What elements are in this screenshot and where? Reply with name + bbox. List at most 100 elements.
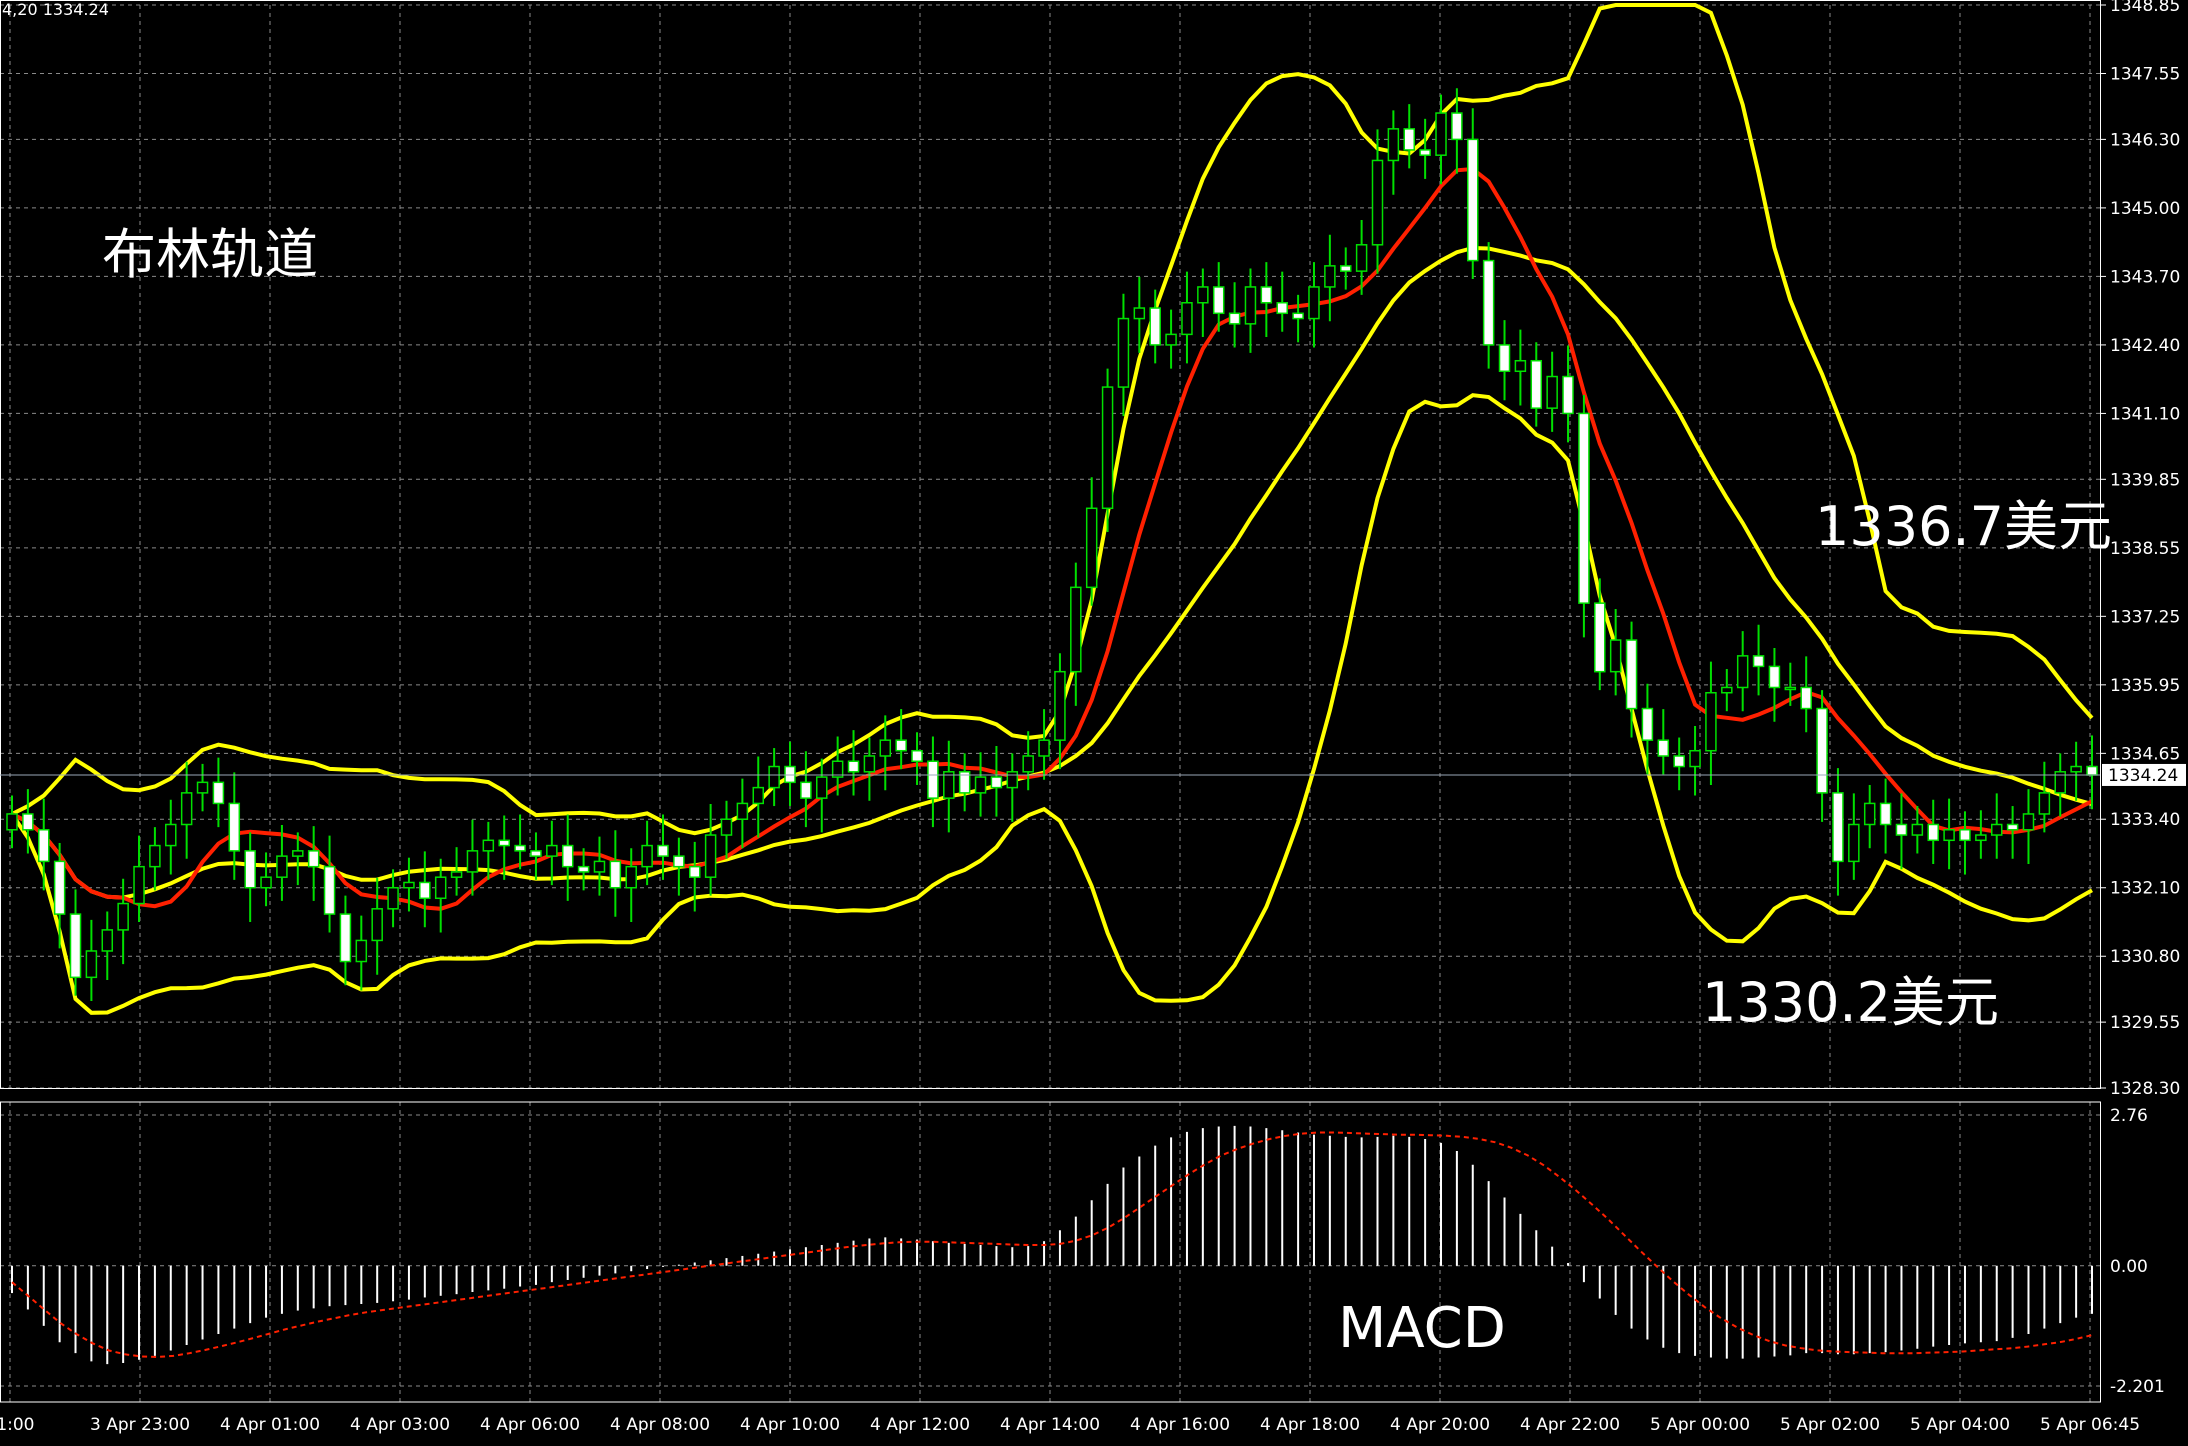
current-price-label: 1334.24 xyxy=(2108,766,2178,786)
candle-body xyxy=(736,802,749,820)
time-tick-label: 5 Apr 00:00 xyxy=(1650,1415,1750,1435)
candle-body xyxy=(1530,359,1543,409)
macd-tick-label: 2.76 xyxy=(2110,1106,2148,1126)
candle-body xyxy=(1578,412,1590,604)
candle-body xyxy=(720,818,733,836)
candle-body xyxy=(1149,307,1161,346)
candle-body xyxy=(228,802,241,852)
candle-body xyxy=(1324,265,1336,288)
price-tick-label: 1329.55 xyxy=(2110,1013,2180,1033)
candle-body xyxy=(1260,286,1273,304)
candle-body xyxy=(768,765,780,789)
candle-body xyxy=(2038,792,2051,815)
candle-body xyxy=(546,844,558,857)
candle-body xyxy=(1911,823,1924,836)
candle-body xyxy=(1816,707,1828,794)
candle-body xyxy=(1228,312,1241,325)
candle-body xyxy=(784,765,796,784)
time-tick-label: 5 Apr 02:00 xyxy=(1780,1415,1880,1435)
candle-body xyxy=(292,850,304,857)
candle-body xyxy=(1641,707,1654,741)
candle-body xyxy=(1848,823,1860,863)
candle-body xyxy=(1308,286,1320,320)
time-tick-label: 4 Apr 20:00 xyxy=(1390,1415,1490,1435)
candle-body xyxy=(2022,813,2035,831)
candle-body xyxy=(1482,259,1495,346)
candle-body xyxy=(577,865,590,873)
candle-body xyxy=(1117,317,1130,388)
candle-body xyxy=(387,886,399,910)
candle-body xyxy=(101,929,114,952)
candle-body xyxy=(625,865,637,889)
candle-body xyxy=(561,844,574,868)
price-tick-label: 1347.55 xyxy=(2110,65,2180,85)
candle-body xyxy=(2086,765,2098,776)
candle-body xyxy=(1276,302,1288,315)
candle-body xyxy=(1403,128,1416,151)
candle-body xyxy=(1133,307,1146,320)
candle-body xyxy=(1959,829,1971,842)
candle-body xyxy=(1784,686,1797,691)
candle-body xyxy=(307,850,320,868)
price-tick-label: 1339.85 xyxy=(2110,470,2180,490)
candle-body xyxy=(1085,507,1098,589)
candle-body xyxy=(1197,286,1209,304)
price-tick-label: 1333.40 xyxy=(2110,810,2180,830)
candle-body xyxy=(165,823,177,847)
candle-body xyxy=(1943,829,1955,842)
candle-body xyxy=(1498,344,1511,373)
time-tick-label: 4 Apr 08:00 xyxy=(610,1415,710,1435)
candle-body xyxy=(1038,739,1050,757)
candle-body xyxy=(1689,749,1701,768)
candle-body xyxy=(2070,765,2082,773)
candle-body xyxy=(482,839,495,852)
candle-body xyxy=(1451,112,1463,141)
time-tick-label: 4 Apr 14:00 xyxy=(1000,1415,1100,1435)
candle-body xyxy=(180,792,193,826)
candle-body xyxy=(800,781,812,799)
candle-body xyxy=(895,739,907,752)
price-tick-label: 1343.70 xyxy=(2110,267,2180,287)
candle-body xyxy=(53,860,66,915)
time-tick-label: 4 Apr 16:00 xyxy=(1130,1415,1230,1435)
candle-body xyxy=(1609,639,1622,673)
candle-body xyxy=(752,786,765,805)
price-tick-label: 1332.10 xyxy=(2110,879,2180,899)
candle-body xyxy=(911,749,923,763)
price-tick-label: 1348.85 xyxy=(2110,0,2180,16)
candle-body xyxy=(1625,639,1638,710)
price-tick-label: 1335.95 xyxy=(2110,676,2180,696)
candle-body xyxy=(260,876,272,889)
candle-body xyxy=(196,781,209,794)
candle-body xyxy=(371,908,383,942)
price-tick-label: 1341.10 xyxy=(2110,404,2180,424)
candle-body xyxy=(1467,138,1479,262)
upper-band-label: 1336.7美元 xyxy=(1815,495,2112,558)
candle-body xyxy=(1101,386,1114,510)
candle-body xyxy=(816,776,828,799)
candle-body xyxy=(879,739,892,757)
time-tick-label: 4 Apr 01:00 xyxy=(220,1415,320,1435)
candle-body xyxy=(514,844,526,852)
price-chart[interactable]: 1348.85 1347.55 1346.30 1345.00 1343.70 1342.… xyxy=(0,0,2188,1446)
candle-body xyxy=(1736,655,1749,689)
candle-body xyxy=(2006,823,2019,831)
time-tick-label: 4 Apr 06:00 xyxy=(480,1415,580,1435)
candle-body xyxy=(212,781,225,805)
candle-body xyxy=(1752,655,1765,668)
candle-body xyxy=(1181,302,1193,336)
candle-body xyxy=(1562,375,1574,415)
time-tick-label: 4 Apr 22:00 xyxy=(1520,1415,1620,1435)
candle-body xyxy=(244,850,256,889)
price-tick-label: 1337.25 xyxy=(2110,607,2180,627)
candle-body xyxy=(657,844,669,857)
candle-body xyxy=(1514,359,1527,373)
candle-body xyxy=(688,865,701,878)
candle-body xyxy=(974,776,987,794)
macd-tick-label: 0.00 xyxy=(2110,1257,2148,1277)
candle-body xyxy=(1292,312,1304,320)
candle-body xyxy=(1927,823,1939,842)
time-tick-label: 5 Apr 06:45 xyxy=(2040,1415,2140,1435)
candle-body xyxy=(1657,739,1670,757)
candle-body xyxy=(1244,286,1257,325)
